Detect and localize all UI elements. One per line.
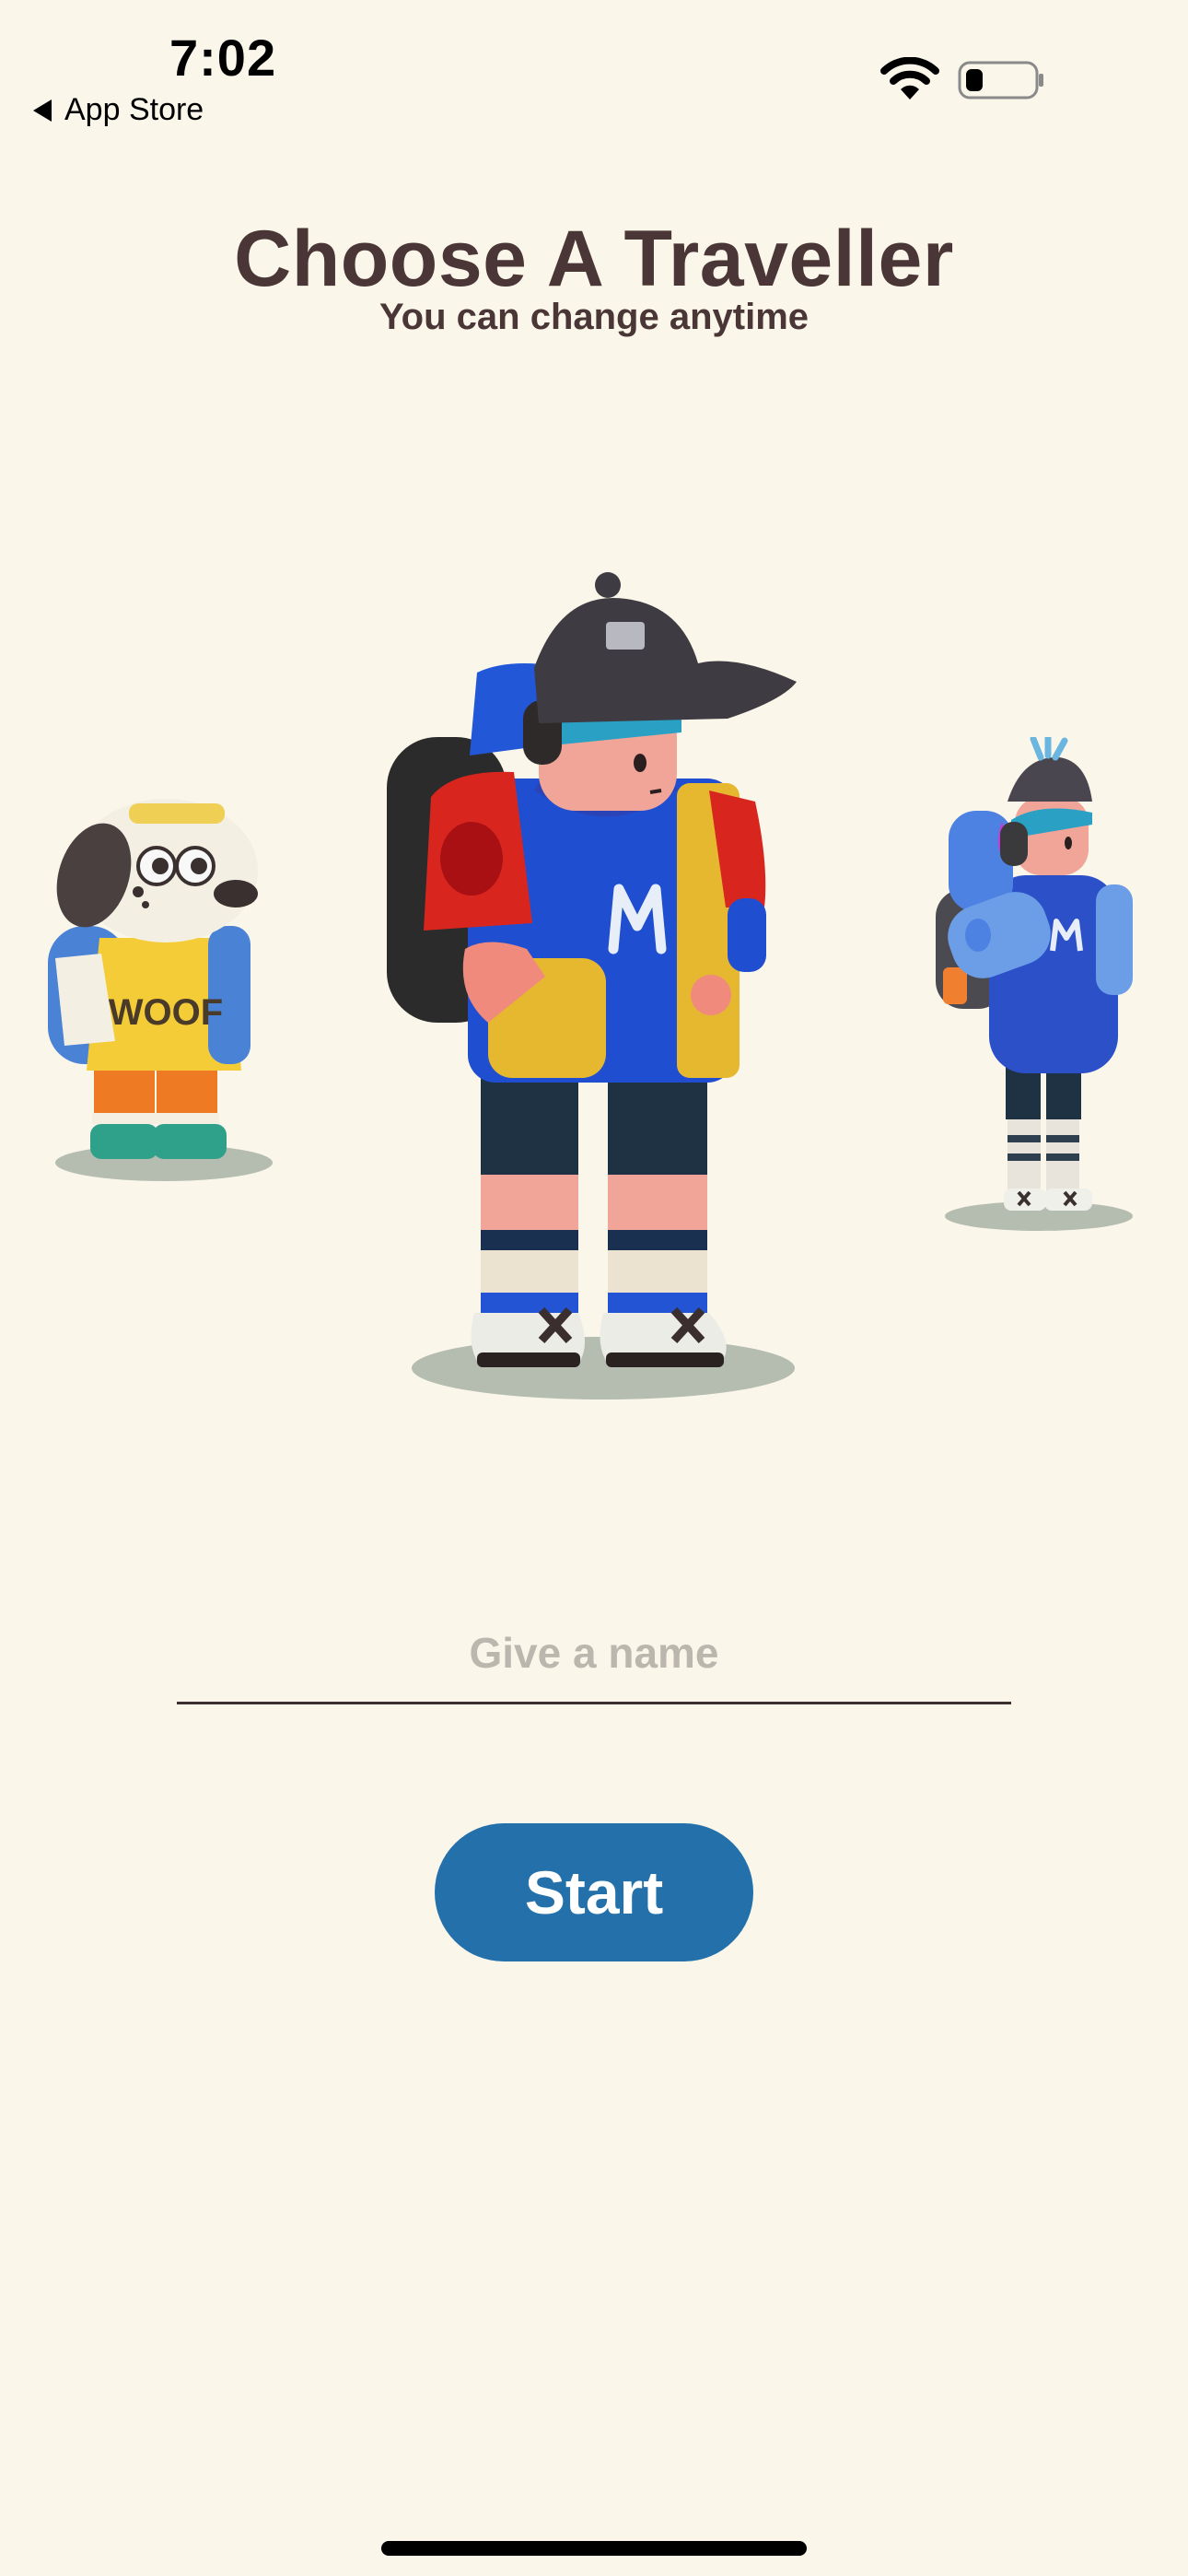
back-arrow-icon	[33, 99, 52, 122]
back-to-app-store[interactable]: App Store	[33, 92, 204, 128]
svg-text:WOOF: WOOF	[109, 992, 223, 1033]
start-button[interactable]: Start	[435, 1823, 753, 1961]
back-label: App Store	[64, 92, 204, 127]
page-title: Choose A Traveller	[234, 215, 954, 303]
home-indicator[interactable]	[381, 2541, 807, 2556]
traveller-dog[interactable]: WOOF	[28, 783, 285, 1188]
traveller-girl[interactable]	[930, 737, 1151, 1235]
traveller-boy[interactable]	[378, 562, 810, 1410]
status-time: 7:02	[169, 29, 277, 87]
wifi-icon	[880, 57, 939, 100]
battery-icon	[958, 61, 1043, 100]
traveller-name-input[interactable]	[177, 1603, 1011, 1704]
page-subtitle: You can change anytime	[379, 297, 809, 337]
